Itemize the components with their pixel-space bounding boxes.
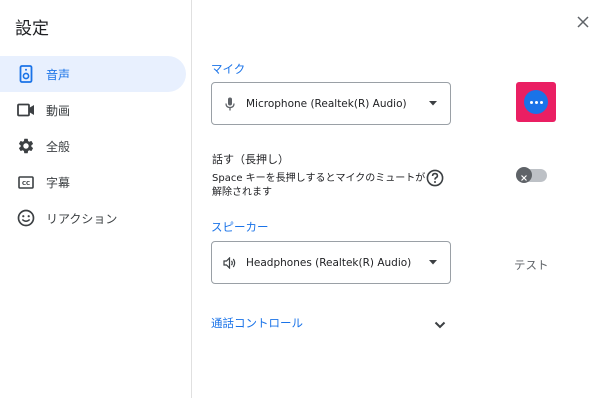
push-to-talk-toggle[interactable]	[516, 167, 547, 183]
sidebar-item-label: 字幕	[46, 175, 71, 190]
close-button[interactable]	[573, 12, 593, 32]
call-controls-expander[interactable]: 通話コントロール	[211, 312, 446, 334]
call-controls-label: 通話コントロール	[211, 316, 303, 330]
closed-captions-icon: CC	[16, 172, 36, 192]
speaker-test-button[interactable]: テスト	[514, 257, 549, 273]
smiley-icon	[16, 208, 36, 228]
microphone-icon	[222, 96, 238, 112]
sidebar-item-reactions[interactable]: リアクション	[0, 200, 186, 236]
gear-icon	[16, 136, 36, 156]
mic-level-button[interactable]	[524, 90, 548, 114]
sidebar-item-audio[interactable]: 音声	[0, 56, 186, 92]
dialog-title: 設定	[15, 19, 49, 39]
speaker-device-value: Headphones (Realtek(R) Audio)	[246, 256, 412, 269]
sidebar-item-label: 音声	[46, 67, 71, 82]
mic-section-label: マイク	[211, 62, 246, 76]
volume-icon	[222, 255, 238, 271]
speaker-icon	[16, 64, 36, 84]
sidebar-item-label: 全般	[46, 139, 71, 154]
settings-dialog: 設定 音声 動画 全般 CC 字幕 リアクション マイク Microphone …	[0, 0, 604, 398]
speaker-section-label: スピーカー	[211, 220, 269, 234]
video-camera-icon	[16, 100, 36, 120]
sidebar-item-general[interactable]: 全般	[0, 128, 186, 164]
toggle-thumb	[516, 167, 532, 183]
chevron-down-icon	[434, 314, 446, 333]
speaker-device-select[interactable]: Headphones (Realtek(R) Audio)	[211, 241, 451, 284]
chevron-down-icon	[422, 101, 444, 106]
svg-text:CC: CC	[22, 181, 30, 187]
mic-level-highlight	[516, 82, 556, 122]
push-to-talk-description: Space キーを長押しするとマイクのミュートが解除されます	[212, 173, 426, 198]
sidebar-item-video[interactable]: 動画	[0, 92, 186, 128]
sidebar-item-label: 動画	[46, 103, 71, 118]
sidebar-item-captions[interactable]: CC 字幕	[0, 164, 186, 200]
more-dots-icon	[529, 100, 533, 104]
close-icon	[521, 166, 527, 185]
help-icon[interactable]	[426, 169, 444, 187]
mic-device-value: Microphone (Realtek(R) Audio)	[246, 97, 407, 110]
settings-sidebar: 設定 音声 動画 全般 CC 字幕 リアクション	[0, 0, 192, 398]
close-icon	[577, 13, 589, 32]
mic-device-select[interactable]: Microphone (Realtek(R) Audio)	[211, 82, 451, 125]
push-to-talk-title: 話す（長押し）	[212, 153, 289, 166]
sidebar-item-label: リアクション	[46, 211, 118, 226]
chevron-down-icon	[422, 260, 444, 265]
